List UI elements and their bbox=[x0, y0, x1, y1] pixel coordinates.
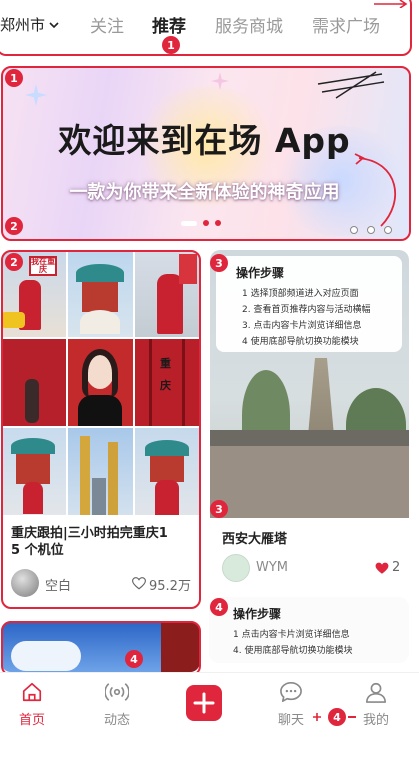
profile-icon bbox=[366, 682, 386, 703]
carousel-dots bbox=[181, 220, 221, 226]
taxi-shape bbox=[1, 312, 25, 328]
avatar[interactable] bbox=[222, 554, 250, 582]
temple-body bbox=[16, 454, 50, 484]
annotation-badge: 1 bbox=[162, 36, 180, 54]
feed-card-dayanta[interactable]: 操作步骤 1 选择顶部频道进入对应页面 2. 查看首页推荐内容与活动横幅 3. … bbox=[210, 250, 409, 590]
figure bbox=[25, 379, 39, 423]
plus-icon bbox=[193, 692, 215, 714]
guide-step: 1 选择顶部频道进入对应页面 bbox=[242, 289, 359, 299]
annotation-badge: 4 bbox=[125, 650, 143, 668]
like-count: 2 bbox=[392, 560, 401, 575]
chat-icon bbox=[280, 682, 302, 702]
temple-roof bbox=[11, 438, 55, 454]
scroll-hint-arrow-icon bbox=[374, 0, 408, 8]
heart-outline-icon[interactable] bbox=[132, 577, 146, 590]
guide-step: 4 使用底部导航切换功能模块 bbox=[242, 337, 359, 347]
sparkle-icon bbox=[211, 72, 229, 90]
temple-roof bbox=[76, 264, 124, 282]
cloud bbox=[11, 641, 81, 671]
annotation-plus-marker-icon bbox=[313, 713, 321, 721]
nav-home-label: 首页 bbox=[18, 713, 45, 728]
author-name: WYM bbox=[256, 560, 289, 575]
tab-follow[interactable]: 关注 bbox=[90, 12, 124, 37]
home-icon bbox=[22, 682, 42, 702]
fan-shape bbox=[80, 310, 120, 334]
feed-card-chongqing[interactable]: 我在重庆 重庆 重庆跟拍|三小时拍完重庆1 5 个机位 空白 95.2万 bbox=[1, 250, 200, 608]
page-dot[interactable] bbox=[384, 226, 392, 234]
nav-chat-label: 聊天 bbox=[277, 713, 304, 728]
tab-demand-square[interactable]: 需求广场 bbox=[312, 12, 380, 37]
chevron-down-icon bbox=[49, 21, 59, 28]
tab-service-mall[interactable]: 服务商城 bbox=[215, 12, 283, 37]
annotation-badge: 3 bbox=[210, 254, 228, 272]
tower bbox=[80, 436, 90, 515]
avatar[interactable] bbox=[11, 569, 39, 597]
nav-home[interactable]: 首页 bbox=[2, 681, 62, 728]
sign-board: 我在重庆 bbox=[29, 256, 57, 276]
banner-subtitle: 一款为你带来全新体验的神奇应用 bbox=[69, 182, 340, 203]
author-name: 空白 bbox=[45, 579, 72, 594]
guide-title: 操作步骤 bbox=[236, 266, 285, 280]
annotation-dash bbox=[348, 716, 356, 718]
carousel-page-dots bbox=[350, 226, 392, 234]
publish-button[interactable] bbox=[186, 685, 222, 721]
hall-wall bbox=[210, 446, 409, 518]
photo-grid: 我在重庆 重庆 bbox=[1, 250, 200, 515]
building bbox=[92, 478, 106, 515]
portrait-body bbox=[78, 395, 122, 426]
feed-card-sky[interactable] bbox=[1, 621, 200, 672]
carousel-dot[interactable] bbox=[181, 220, 197, 226]
city-label: 郑州市 bbox=[0, 16, 46, 34]
guide-title: 操作步骤 bbox=[233, 607, 282, 621]
red-roof bbox=[161, 621, 200, 672]
page-dot[interactable] bbox=[350, 226, 358, 234]
guide-step: 4. 使用底部导航切换功能模块 bbox=[233, 646, 353, 656]
red-figure bbox=[23, 482, 43, 514]
broadcast-icon bbox=[105, 683, 129, 701]
page-dot[interactable] bbox=[367, 226, 375, 234]
nav-activity-label: 动态 bbox=[103, 713, 130, 728]
annotation-badge: 2 bbox=[5, 217, 23, 235]
guide-step: 3. 点击内容卡片浏览详细信息 bbox=[242, 321, 362, 331]
guide-step: 2. 查看首页推荐内容与活动横幅 bbox=[242, 305, 371, 315]
temple-body bbox=[82, 282, 118, 312]
sparkle-icon bbox=[25, 84, 47, 106]
doodle-lines-icon bbox=[317, 71, 385, 99]
sign-board bbox=[179, 254, 197, 284]
tower bbox=[108, 442, 118, 515]
guide-step: 1 点击内容卡片浏览详细信息 bbox=[233, 630, 350, 640]
annotation-badge: 2 bbox=[5, 253, 23, 271]
top-nav: 郑州市 关注 推荐 服务商城 需求广场 bbox=[0, 0, 419, 55]
nav-profile[interactable]: 我的 bbox=[346, 681, 406, 728]
tab-recommend[interactable]: 推荐 bbox=[152, 12, 186, 37]
sign-text: 我在重庆 bbox=[31, 257, 55, 274]
card-title: 西安大雁塔 bbox=[222, 532, 288, 547]
annotation-badge: 4 bbox=[210, 598, 228, 616]
guide-card: 操作步骤 1 点击内容卡片浏览详细信息 4. 使用底部导航切换功能模块 bbox=[209, 597, 409, 663]
temple-roof bbox=[145, 440, 189, 456]
red-figure bbox=[155, 480, 179, 515]
guide-overlay: 操作步骤 1 选择顶部频道进入对应页面 2. 查看首页推荐内容与活动横幅 3. … bbox=[216, 256, 402, 352]
bottom-nav: 首页 动态 聊天 我的 4 bbox=[0, 672, 419, 758]
nav-profile-label: 我的 bbox=[362, 713, 389, 728]
hall-roof bbox=[210, 430, 409, 446]
annotation-badge: 1 bbox=[5, 69, 23, 87]
carousel-dot[interactable] bbox=[215, 220, 221, 226]
heart-filled-icon[interactable] bbox=[375, 562, 389, 575]
annotation-badge: 3 bbox=[210, 500, 228, 518]
banner-title: 欢迎来到在场 App bbox=[58, 121, 351, 160]
like-count: 95.2万 bbox=[149, 579, 191, 594]
nav-activity[interactable]: 动态 bbox=[87, 681, 147, 728]
door-text: 重庆 bbox=[160, 357, 171, 392]
card-title: 重庆跟拍|三小时拍完重庆1 5 个机位 bbox=[11, 526, 168, 558]
portrait-hair bbox=[82, 349, 118, 397]
temple-body bbox=[150, 456, 184, 482]
annotation-badge: 4 bbox=[328, 708, 346, 726]
city-selector[interactable]: 郑州市 bbox=[0, 14, 60, 35]
carousel-dot[interactable] bbox=[203, 220, 209, 226]
